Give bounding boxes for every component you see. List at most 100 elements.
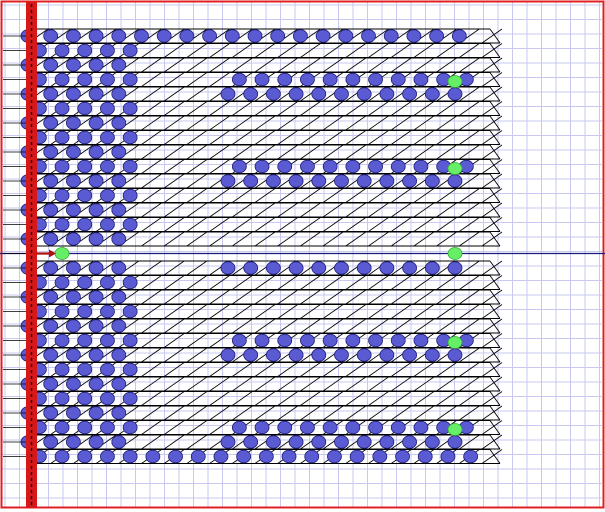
blue-node: [43, 261, 59, 275]
row-hatch-line: [345, 362, 367, 377]
row-hatch-line: [390, 231, 412, 247]
blue-node: [356, 87, 372, 101]
blue-node: [345, 333, 361, 348]
row-hatch-line: [413, 304, 435, 319]
row-hatch-line: [209, 188, 230, 203]
blue-node: [379, 348, 395, 362]
diagram-canvas-area: [0, 0, 605, 512]
row-hatch-line: [163, 188, 185, 203]
row-hatch-line: [390, 318, 412, 334]
row-hatch-line: [413, 231, 435, 247]
row-hatch-line: [186, 362, 208, 377]
row-hatch-line: [254, 144, 276, 160]
row-hatch-line: [209, 304, 230, 319]
blue-node: [361, 29, 376, 43]
row-hatch-line: [209, 159, 230, 174]
lattice-diagram: [0, 0, 605, 509]
blue-node: [43, 435, 59, 449]
row-hatch-line: [300, 57, 321, 73]
row-hatch-line: [186, 376, 208, 392]
row-hatch-line: [322, 101, 344, 116]
row-hatch-line: [322, 405, 344, 421]
blue-node: [66, 348, 81, 362]
row-hatch-line: [209, 43, 230, 58]
row-hatch-line: [141, 376, 162, 392]
row-hatch-line: [186, 188, 208, 203]
blue-node: [281, 449, 297, 464]
green-node: [447, 247, 463, 260]
row-hatch-line: [300, 43, 321, 58]
row-hatch-line: [163, 144, 185, 160]
row-hatch-line: [232, 188, 253, 203]
row-hatch-line: [186, 159, 208, 174]
row-hatch-line: [186, 57, 208, 73]
row-hatch-line: [141, 159, 162, 174]
blue-node: [413, 333, 429, 348]
row-hatch-line: [141, 101, 162, 116]
row-hatch-line: [186, 86, 208, 102]
row-hatch-line: [368, 289, 389, 305]
green-node: [447, 75, 463, 88]
row-hatch-line: [390, 57, 412, 73]
blue-node: [300, 72, 315, 87]
row-hatch-line: [345, 405, 367, 421]
blue-node: [300, 159, 315, 174]
blue-node: [100, 188, 115, 203]
row-hatch-line: [209, 202, 230, 218]
green-node: [447, 336, 463, 349]
blue-node: [334, 261, 349, 275]
row-hatch-line: [368, 43, 389, 58]
row-hatch-line: [209, 376, 230, 392]
row-hatch-line: [390, 275, 412, 290]
blue-node: [300, 333, 315, 348]
blue-node: [288, 174, 304, 188]
blue-node: [345, 159, 361, 174]
blue-node: [395, 449, 410, 464]
row-hatch-line: [186, 43, 208, 58]
row-hatch-line: [322, 391, 344, 406]
row-hatch-line: [254, 217, 276, 232]
blue-node: [334, 174, 349, 188]
blue-node: [111, 58, 127, 72]
blue-node: [372, 449, 388, 464]
blue-node: [277, 420, 293, 435]
row-hatch-line: [390, 202, 412, 218]
blue-node: [111, 116, 127, 130]
blue-node: [88, 203, 104, 217]
blue-node: [368, 72, 383, 87]
row-hatch-line: [186, 347, 208, 363]
blue-node: [424, 261, 440, 275]
row-hatch-line: [368, 376, 389, 392]
row-hatch-line: [141, 57, 162, 73]
row-hatch-line: [368, 391, 389, 406]
blue-node: [88, 116, 104, 130]
row-hatch-line: [254, 231, 276, 247]
row-hatch-line: [345, 318, 367, 334]
blue-node: [379, 435, 395, 449]
row-hatch-line: [163, 231, 185, 247]
blue-node: [447, 435, 463, 449]
row-hatch-line: [209, 115, 230, 131]
blue-node: [315, 29, 331, 43]
blue-node: [54, 130, 70, 145]
row-hatch-line: [141, 420, 162, 435]
row-hatch-line: [413, 405, 435, 421]
blue-node: [122, 420, 138, 435]
row-hatch-line: [300, 188, 321, 203]
row-hatch-line: [186, 101, 208, 116]
blue-node: [88, 290, 104, 304]
blue-node: [220, 435, 236, 449]
green-node: [447, 162, 463, 175]
blue-node: [122, 188, 138, 203]
blue-node: [265, 348, 281, 362]
row-hatch-line: [390, 115, 412, 131]
blue-node: [66, 435, 81, 449]
row-hatch-line: [232, 115, 253, 131]
blue-node: [100, 449, 115, 464]
row-hatch-line: [322, 115, 344, 131]
row-hatch-line: [322, 231, 344, 247]
blue-node: [345, 72, 361, 87]
blue-node: [111, 348, 127, 362]
blue-node: [88, 319, 104, 333]
row-hatch-line: [300, 376, 321, 392]
